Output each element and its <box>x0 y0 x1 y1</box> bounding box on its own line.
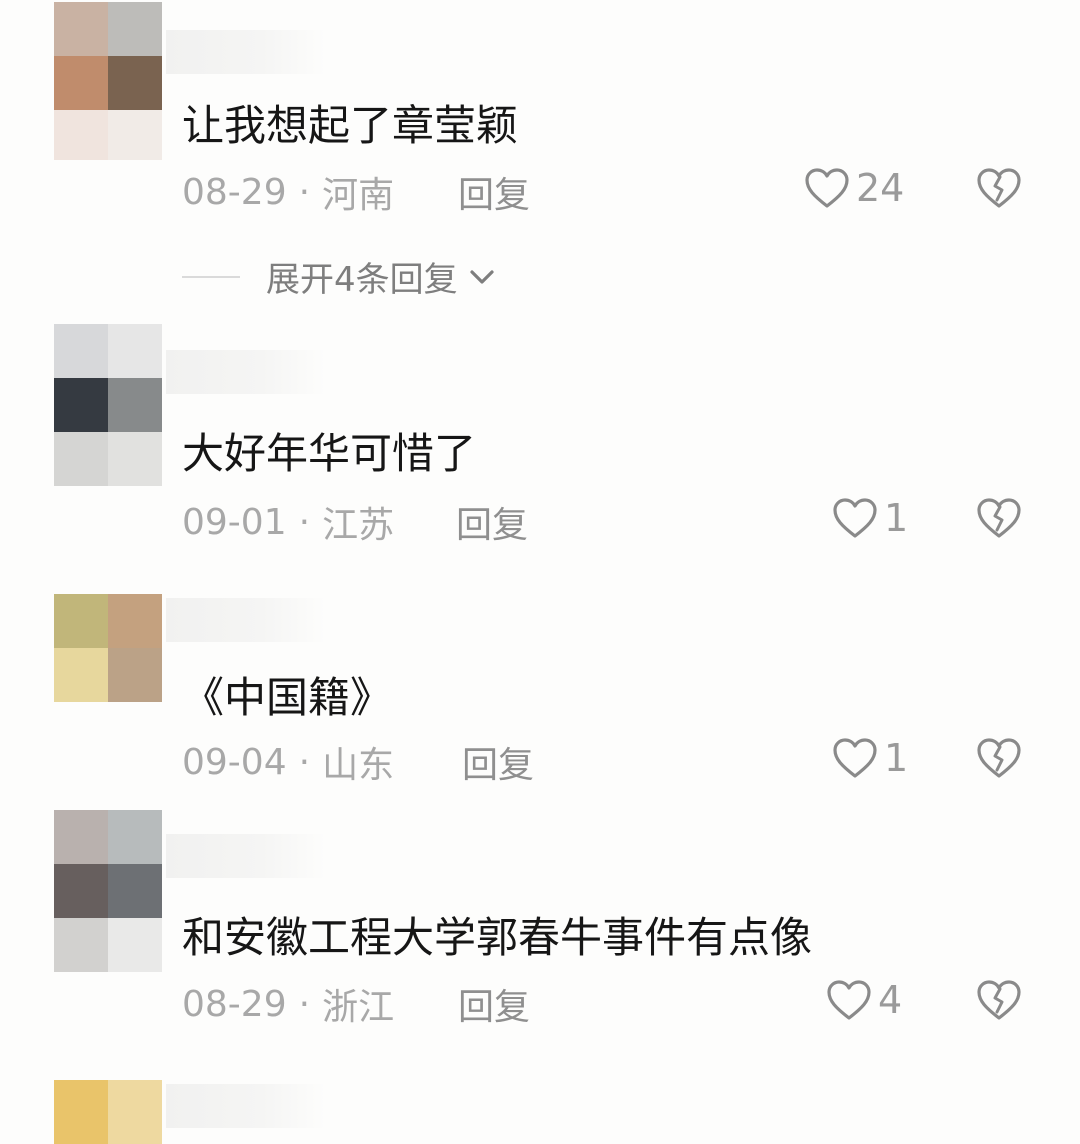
comment-item: 《中国籍》 09-04 · 山东 回复 1 <box>0 590 1080 810</box>
avatar[interactable] <box>54 378 162 486</box>
broken-heart-icon <box>977 498 1021 538</box>
comment-text: 大好年华可惜了 <box>182 429 477 478</box>
chevron-down-icon <box>470 269 494 284</box>
heart-outline-icon <box>805 168 849 208</box>
avatar[interactable] <box>54 2 162 110</box>
dislike-button[interactable] <box>976 166 1022 214</box>
comment-item-partial <box>0 1076 1080 1144</box>
dislike-button[interactable] <box>976 496 1022 544</box>
reply-button[interactable]: 回复 <box>456 496 528 548</box>
comment-meta: 08-29 · 河南 <box>182 166 394 218</box>
like-count: 1 <box>884 736 909 780</box>
avatar[interactable] <box>54 810 162 918</box>
broken-heart-icon <box>977 168 1021 208</box>
comment-date: 09-01 <box>182 501 287 543</box>
like-count: 4 <box>878 978 903 1022</box>
meta-separator: · <box>298 741 311 783</box>
expand-divider <box>182 275 240 278</box>
like-button[interactable]: 4 <box>826 978 902 1022</box>
meta-separator: · <box>298 171 311 213</box>
comment-date: 08-29 <box>182 983 287 1025</box>
username-blurred[interactable] <box>166 834 326 878</box>
like-button[interactable]: 1 <box>832 736 908 780</box>
comment-location: 山东 <box>322 745 395 786</box>
avatar-lower <box>54 110 162 160</box>
heart-outline-icon <box>827 980 871 1020</box>
avatar-lower <box>54 918 162 972</box>
comment-text: 和安徽工程大学郭春牛事件有点像 <box>182 913 813 962</box>
reply-button[interactable]: 回复 <box>458 166 530 218</box>
reply-button[interactable]: 回复 <box>462 736 534 788</box>
comment-meta: 09-01 · 江苏 <box>182 496 394 548</box>
comment-location: 河南 <box>322 175 395 216</box>
heart-outline-icon <box>833 498 877 538</box>
username-blurred[interactable] <box>166 30 326 74</box>
comment-item: 大好年华可惜了 09-01 · 江苏 回复 1 <box>0 320 1080 590</box>
meta-separator: · <box>298 501 311 543</box>
comment-item: 和安徽工程大学郭春牛事件有点像 08-29 · 浙江 回复 4 <box>0 806 1080 1076</box>
like-count: 1 <box>884 496 909 540</box>
dislike-button[interactable] <box>976 978 1022 1026</box>
avatar[interactable] <box>54 1080 162 1144</box>
username-blurred[interactable] <box>166 1084 326 1128</box>
broken-heart-icon <box>977 738 1021 778</box>
comment-location: 江苏 <box>322 505 395 546</box>
like-button[interactable]: 24 <box>804 166 904 210</box>
comment-date: 09-04 <box>182 741 287 783</box>
meta-separator: · <box>298 983 311 1025</box>
comment-text: 让我想起了章莹颖 <box>182 101 519 150</box>
comment-date: 08-29 <box>182 171 287 213</box>
reply-button[interactable]: 回复 <box>458 978 530 1030</box>
avatar-upper <box>54 324 162 378</box>
dislike-button[interactable] <box>976 736 1022 784</box>
avatar[interactable] <box>54 594 162 702</box>
comment-meta: 09-04 · 山东 <box>182 736 394 788</box>
comment-location: 浙江 <box>322 987 395 1028</box>
expand-replies[interactable]: 展开4条回复 <box>182 252 496 301</box>
username-blurred[interactable] <box>166 350 326 394</box>
broken-heart-icon <box>977 980 1021 1020</box>
comment-meta: 08-29 · 浙江 <box>182 978 394 1030</box>
heart-outline-icon <box>833 738 877 778</box>
username-blurred[interactable] <box>166 598 326 642</box>
comment-item: 让我想起了章莹颖 08-29 · 河南 回复 24 展开4条回复 <box>0 0 1080 320</box>
like-button[interactable]: 1 <box>832 496 908 540</box>
comment-text: 《中国籍》 <box>182 673 393 722</box>
expand-replies-label: 展开4条回复 <box>266 260 458 300</box>
like-count: 24 <box>856 166 905 210</box>
